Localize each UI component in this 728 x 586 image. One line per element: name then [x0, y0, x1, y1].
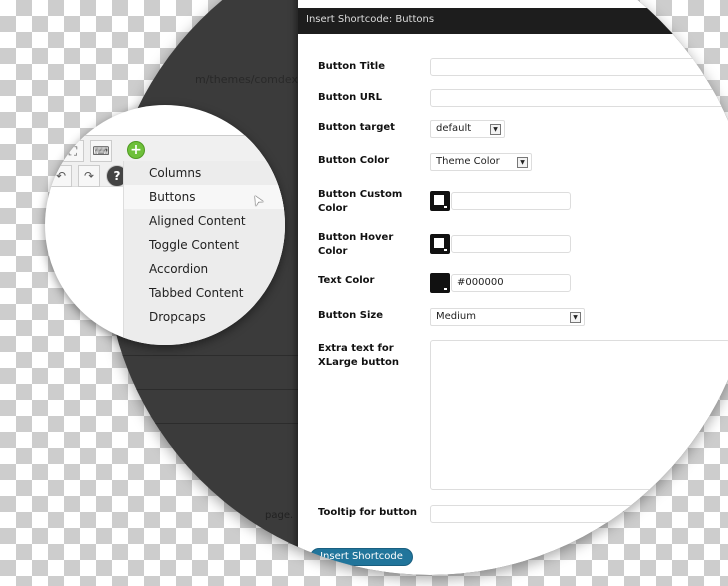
shortcode-dialog: Insert Shortcode: Buttons Button Title B… — [298, 0, 728, 575]
hover-color-input[interactable] — [451, 235, 571, 253]
menu-item-accordion[interactable]: Accordion — [124, 257, 285, 281]
value: Medium — [436, 311, 476, 322]
fullscreen-icon[interactable]: ⛶ — [62, 140, 84, 162]
button-color-select[interactable]: Theme Color ▼ — [430, 153, 532, 171]
chevron-down-icon: ▼ — [570, 312, 581, 323]
label: Button URL — [318, 92, 382, 103]
chevron-down-icon: ▼ — [490, 124, 501, 135]
divider — [105, 389, 305, 390]
button-size-select[interactable]: Medium ▼ — [430, 308, 585, 326]
keyboard-icon[interactable]: ⌨ — [90, 140, 112, 162]
menu-item-columns[interactable]: Columns — [124, 161, 285, 185]
shortcode-menu: Columns Buttons Aligned Content Toggle C… — [123, 161, 285, 345]
extra-text-textarea[interactable] — [430, 340, 728, 490]
label: Button Hover Color — [318, 232, 394, 257]
color-picker-icon[interactable] — [430, 234, 450, 254]
magnified-toolbar: ⛶ ⌨ ↶ ↷ ? + Columns Buttons Aligned Cont… — [45, 105, 285, 345]
label: Tooltip for button — [318, 507, 417, 518]
button-url-input[interactable] — [430, 89, 728, 107]
menu-item-dropcaps[interactable]: Dropcaps — [124, 305, 285, 329]
page-text: page. — [265, 510, 294, 521]
url-text: m/themes/comdex-w — [195, 73, 311, 86]
label: Extra text for XLarge button — [318, 343, 400, 368]
label: Button Size — [318, 310, 384, 321]
divider — [105, 355, 305, 356]
add-shortcode-icon[interactable]: + — [127, 141, 145, 159]
chevron-down-icon: ▼ — [517, 157, 528, 168]
menu-item-aligned-content[interactable]: Aligned Content — [124, 209, 285, 233]
value: default — [436, 123, 472, 134]
custom-color-input[interactable] — [451, 192, 571, 210]
value: Theme Color — [436, 156, 500, 167]
label: Button Custom Color — [318, 189, 403, 214]
color-swatch-icon[interactable] — [430, 273, 450, 293]
label: Button Color — [318, 155, 390, 166]
undo-icon[interactable]: ↶ — [50, 165, 72, 187]
divider — [105, 423, 305, 424]
button-target-select[interactable]: default ▼ — [430, 120, 505, 138]
label: Button Title — [318, 61, 386, 72]
color-picker-icon[interactable] — [430, 191, 450, 211]
label: Text Color — [318, 275, 375, 286]
label: Button target — [318, 122, 395, 133]
text-color-input[interactable]: #000000 — [451, 274, 571, 292]
menu-item-toggle-content[interactable]: Toggle Content — [124, 233, 285, 257]
button-title-input[interactable] — [430, 58, 728, 76]
insert-shortcode-button[interactable]: Insert Shortcode — [310, 548, 413, 566]
dialog-title: Insert Shortcode: Buttons — [298, 8, 728, 34]
redo-icon[interactable]: ↷ — [78, 165, 100, 187]
menu-item-tabbed-content[interactable]: Tabbed Content — [124, 281, 285, 305]
tooltip-input[interactable] — [430, 505, 728, 523]
